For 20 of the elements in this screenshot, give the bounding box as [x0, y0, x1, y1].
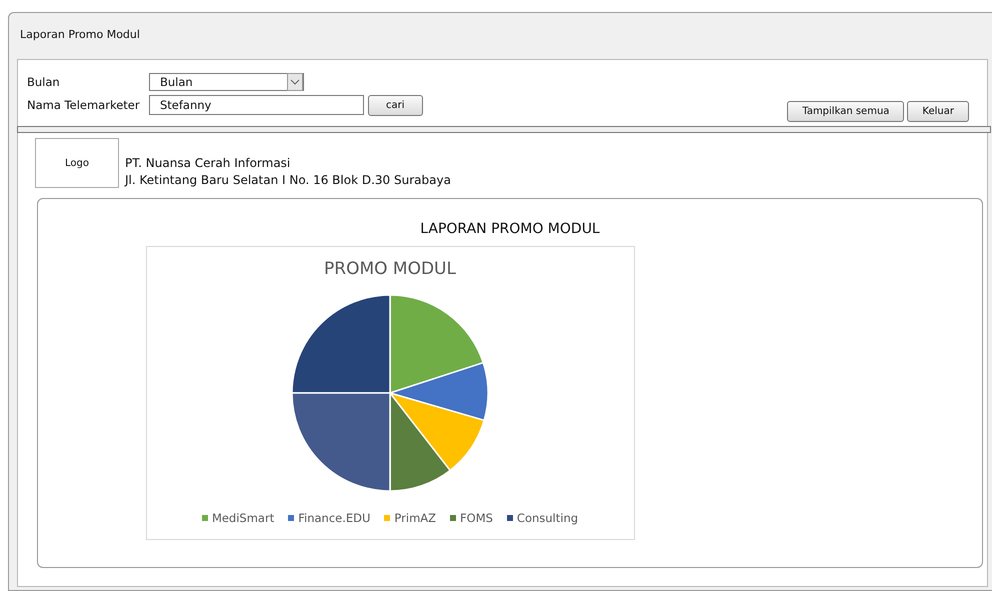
month-dropdown[interactable]: Bulan — [149, 73, 304, 91]
action-button[interactable]: Keluar — [907, 101, 969, 122]
field-label: Bulan — [27, 75, 61, 89]
company-address: Jl. Ketintang Baru Selatan I No. 16 Blok D.30 Surabaya — [125, 173, 451, 187]
company-name: PT. Nuansa Cerah Informasi — [125, 156, 292, 170]
chart-title: PROMO MODUL — [324, 259, 456, 279]
splitter-bar[interactable] — [17, 126, 991, 133]
name-input-field[interactable]: Stefanny — [149, 95, 364, 115]
legend-label: Finance.EDU — [298, 511, 370, 525]
legend-label: MediSmart — [212, 511, 274, 525]
legend-label: FOMS — [460, 511, 493, 525]
legend-label: PrimAZ — [394, 511, 436, 525]
report-title: LAPORAN PROMO MODUL — [419, 221, 600, 237]
search-button[interactable]: cari — [368, 94, 423, 116]
logo-label: Logo — [65, 158, 89, 168]
legend-label: Consulting — [516, 511, 578, 525]
window-title: Laporan Promo Modul — [19, 27, 141, 43]
action-button[interactable]: Tampilkan semua — [787, 101, 904, 122]
field-label: Nama Telemarketer — [27, 98, 141, 112]
chevron-down-icon — [287, 73, 303, 91]
